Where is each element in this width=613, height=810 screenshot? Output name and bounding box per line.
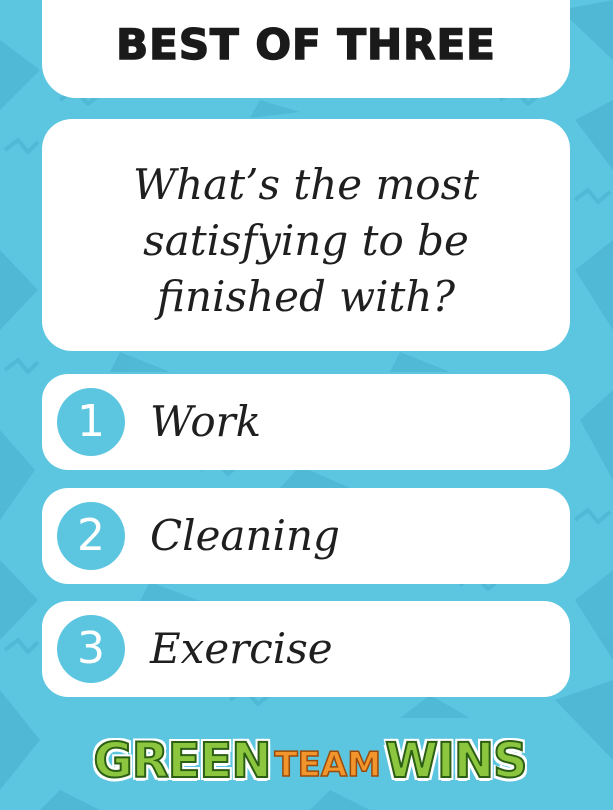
option-number-badge: 1: [57, 388, 125, 456]
page-title: BEST OF THREE: [115, 19, 496, 70]
question-card: What’s the most satisfying to be finishe…: [42, 119, 570, 351]
option-number-badge: 3: [57, 615, 125, 683]
title-card: BEST OF THREE: [42, 0, 570, 98]
option-number-badge: 2: [57, 502, 125, 570]
option-1-card[interactable]: 1 Work: [42, 374, 570, 470]
option-label: Cleaning: [150, 511, 340, 560]
logo-word-green: GREEN: [92, 732, 272, 790]
green-team-wins-logo: GREEN TEAM WINS: [75, 719, 545, 790]
logo-word-team: TEAM: [274, 744, 382, 786]
option-label: Exercise: [150, 624, 333, 673]
logo-word-wins: WINS: [384, 732, 529, 790]
question-text: What’s the most satisfying to be finishe…: [132, 160, 480, 321]
option-label: Work: [150, 397, 262, 446]
option-2-card[interactable]: 2 Cleaning: [42, 488, 570, 584]
option-3-card[interactable]: 3 Exercise: [42, 601, 570, 697]
